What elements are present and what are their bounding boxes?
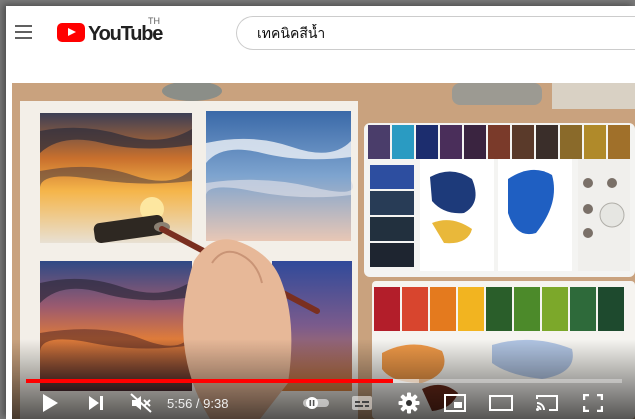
current-time: 5:56 (167, 396, 193, 411)
video-frame (12, 83, 635, 419)
mute-icon (130, 393, 152, 413)
menu-icon[interactable] (12, 20, 36, 44)
play-button[interactable] (36, 387, 64, 419)
fullscreen-icon (583, 394, 603, 412)
time-display: 5:56 / 9:38 (167, 396, 228, 411)
play-icon (43, 394, 58, 412)
settings-button[interactable] (394, 387, 424, 419)
progress-played (26, 379, 394, 383)
time-separator: / (192, 396, 204, 411)
next-button[interactable] (82, 387, 110, 419)
cast-icon (536, 395, 558, 411)
search-box[interactable] (236, 16, 635, 50)
miniplayer-button[interactable] (440, 387, 470, 419)
youtube-logo-icon (57, 23, 85, 42)
logo-text: YouTube (88, 23, 163, 45)
browser-window: YouTube TH เทคนิคสีน้ำ 5:56 / 9:38 (6, 6, 635, 419)
fullscreen-button[interactable] (578, 387, 608, 419)
cast-button[interactable] (532, 387, 562, 419)
progress-bar[interactable] (26, 379, 622, 383)
settings-icon (398, 392, 420, 414)
next-icon (89, 396, 103, 410)
mute-button[interactable] (126, 387, 156, 419)
search-input[interactable] (255, 24, 629, 44)
masthead: YouTube TH (6, 6, 635, 60)
theater-mode-button[interactable] (486, 387, 516, 419)
region-code: TH (148, 16, 160, 26)
miniplayer-icon (444, 394, 466, 412)
theater-mode-icon (489, 395, 513, 411)
autoplay-toggle-icon (303, 397, 329, 409)
duration: 9:38 (203, 396, 229, 411)
autoplay-toggle[interactable] (300, 387, 334, 419)
video-player[interactable]: 5:56 / 9:38 (12, 83, 635, 419)
subtitles-button[interactable] (348, 387, 376, 419)
subtitles-icon (352, 396, 372, 410)
